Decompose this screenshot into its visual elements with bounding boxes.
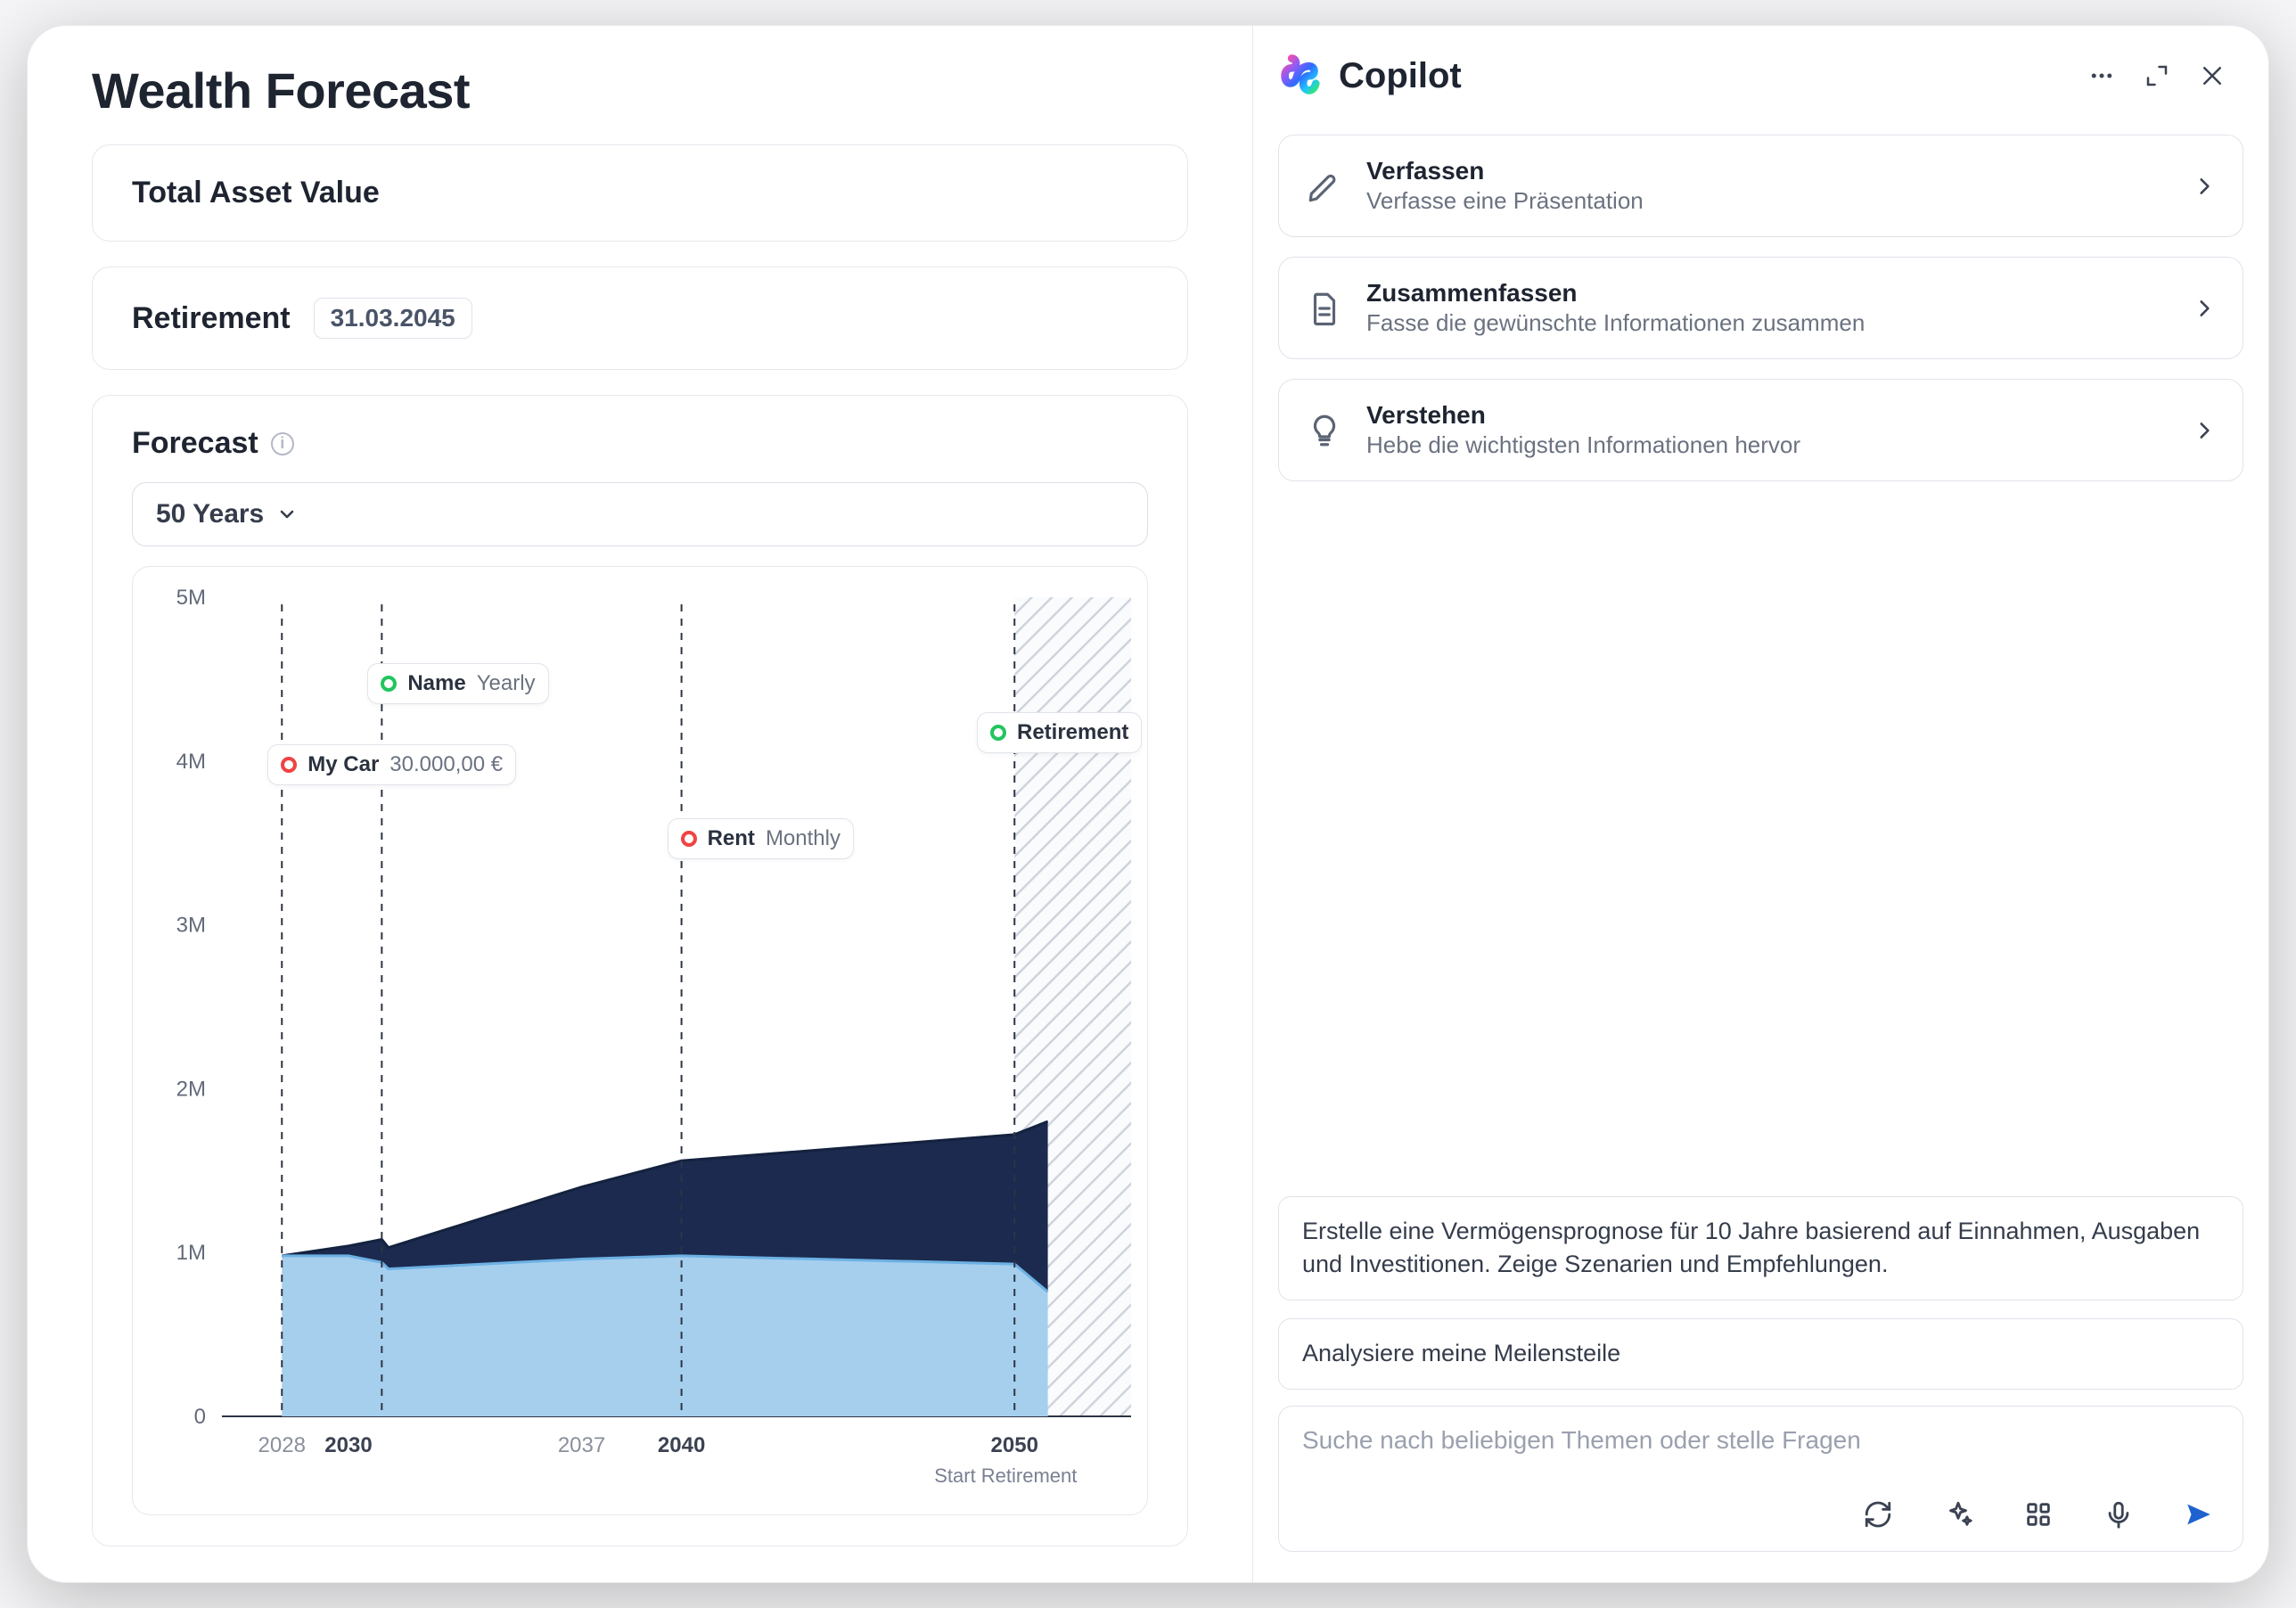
svg-text:1M: 1M — [176, 1241, 206, 1265]
chart-event-name[interactable]: Name Yearly — [367, 663, 548, 704]
refresh-icon — [1863, 1499, 1893, 1530]
event-label: Name — [407, 671, 465, 696]
copilot-expand-button[interactable] — [2136, 55, 2177, 96]
red-dot-icon — [681, 831, 697, 847]
svg-text:2040: 2040 — [658, 1433, 705, 1457]
bulb-icon — [1306, 412, 1343, 449]
copilot-suggestions: Erstelle eine Vermögensprognose für 10 J… — [1253, 1196, 2268, 1390]
skill-subtitle: Hebe die wichtigsten Informationen hervo… — [1366, 431, 2169, 459]
chart-event-my-car[interactable]: My Car 30.000,00 € — [267, 744, 516, 785]
svg-text:2030: 2030 — [324, 1433, 372, 1457]
skill-subtitle: Verfasse eine Präsentation — [1366, 187, 2169, 215]
copilot-prompt-placeholder[interactable]: Suche nach beliebigen Themen oder stelle… — [1302, 1426, 2219, 1455]
forecast-chart: 0 1M 2M 3M 4M 5M 2028 2030 2037 2040 2050 My Car 30.… — [132, 566, 1148, 1515]
copilot-panel: Copilot VerfassenVerfasse eine Präsentat… — [1252, 26, 2268, 1582]
app-window: Wealth Forecast Total Asset Value Retire… — [27, 25, 2269, 1583]
apps-button[interactable] — [2018, 1494, 2059, 1535]
retirement-label: Retirement — [132, 301, 291, 336]
chart-event-rent[interactable]: Rent Monthly — [668, 818, 854, 859]
forecast-range-label: 50 Years — [156, 499, 264, 529]
chevron-right-icon — [2193, 419, 2216, 442]
skill-subtitle: Fasse die gewünschte Informationen zusam… — [1366, 309, 2169, 337]
total-asset-label: Total Asset Value — [132, 176, 1148, 210]
chevron-right-icon — [2193, 175, 2216, 198]
event-label: Rent — [708, 826, 755, 851]
mic-button[interactable] — [2098, 1494, 2139, 1535]
copilot-more-button[interactable] — [2081, 55, 2122, 96]
skill-title: Verfassen — [1366, 157, 2169, 185]
expand-icon — [2144, 62, 2170, 89]
refresh-button[interactable] — [1857, 1494, 1898, 1535]
svg-text:2050: 2050 — [991, 1433, 1038, 1457]
event-sub: Yearly — [477, 671, 536, 696]
event-label: Retirement — [1017, 720, 1128, 745]
file-icon — [1306, 290, 1343, 327]
copilot-suggestion-1[interactable]: Analysiere meine Meilensteile — [1278, 1318, 2243, 1390]
copilot-suggestion-0[interactable]: Erstelle eine Vermögensprognose für 10 J… — [1278, 1196, 2243, 1301]
forecast-range-dropdown[interactable]: 50 Years — [132, 482, 1148, 546]
send-button[interactable] — [2178, 1494, 2219, 1535]
red-dot-icon — [281, 757, 297, 773]
event-sub: Monthly — [766, 826, 840, 851]
send-icon — [2184, 1499, 2214, 1530]
copilot-skill-list: VerfassenVerfasse eine Präsentation Zusam… — [1253, 126, 2268, 481]
sparkle-button[interactable] — [1938, 1494, 1979, 1535]
sparkle-icon — [1943, 1499, 1973, 1530]
copilot-title: Copilot — [1339, 56, 2067, 96]
copilot-close-button[interactable] — [2192, 55, 2233, 96]
skill-title: Zusammenfassen — [1366, 279, 2169, 308]
pencil-icon — [1306, 168, 1343, 205]
svg-text:3M: 3M — [176, 914, 206, 938]
chevron-down-icon — [276, 504, 298, 525]
svg-text:5M: 5M — [176, 586, 206, 610]
copilot-input-box[interactable]: Suche nach beliebigen Themen oder stelle… — [1278, 1406, 2243, 1552]
retirement-date-chip[interactable]: 31.03.2045 — [314, 298, 472, 339]
copilot-skill-file[interactable]: ZusammenfassenFasse die gewünschte Infor… — [1278, 257, 2243, 359]
event-sub: 30.000,00 € — [390, 752, 503, 777]
copilot-logo-icon — [1278, 53, 1324, 99]
microphone-icon — [2103, 1499, 2134, 1530]
more-horizontal-icon — [2088, 62, 2115, 89]
copilot-skill-pencil[interactable]: VerfassenVerfasse eine Präsentation — [1278, 135, 2243, 237]
start-retirement-caption: Start Retirement — [934, 1464, 1077, 1488]
retirement-card: Retirement 31.03.2045 — [92, 267, 1188, 370]
svg-text:0: 0 — [194, 1405, 206, 1429]
chart-event-retirement[interactable]: Retirement — [977, 712, 1142, 753]
green-dot-icon — [990, 725, 1006, 741]
page-title: Wealth Forecast — [92, 62, 1188, 119]
total-asset-card: Total Asset Value — [92, 144, 1188, 242]
main-area: Wealth Forecast Total Asset Value Retire… — [28, 26, 1252, 1582]
skill-title: Verstehen — [1366, 401, 2169, 430]
svg-text:4M: 4M — [176, 750, 206, 774]
svg-text:2M: 2M — [176, 1077, 206, 1101]
svg-text:2037: 2037 — [558, 1433, 605, 1457]
copilot-header: Copilot — [1253, 26, 2268, 126]
grid-icon — [2023, 1499, 2054, 1530]
green-dot-icon — [381, 676, 397, 692]
event-label: My Car — [308, 752, 379, 777]
forecast-title: Forecast — [132, 426, 258, 461]
info-icon[interactable]: i — [271, 432, 294, 455]
copilot-skill-bulb[interactable]: VerstehenHebe die wichtigsten Informatio… — [1278, 379, 2243, 481]
close-icon — [2199, 62, 2226, 89]
chevron-right-icon — [2193, 297, 2216, 320]
copilot-input-actions — [1302, 1494, 2219, 1535]
svg-text:2028: 2028 — [258, 1433, 306, 1457]
forecast-card: Forecast i 50 Years 0 1M 2M 3M 4M 5M 2028 2030 2… — [92, 395, 1188, 1546]
